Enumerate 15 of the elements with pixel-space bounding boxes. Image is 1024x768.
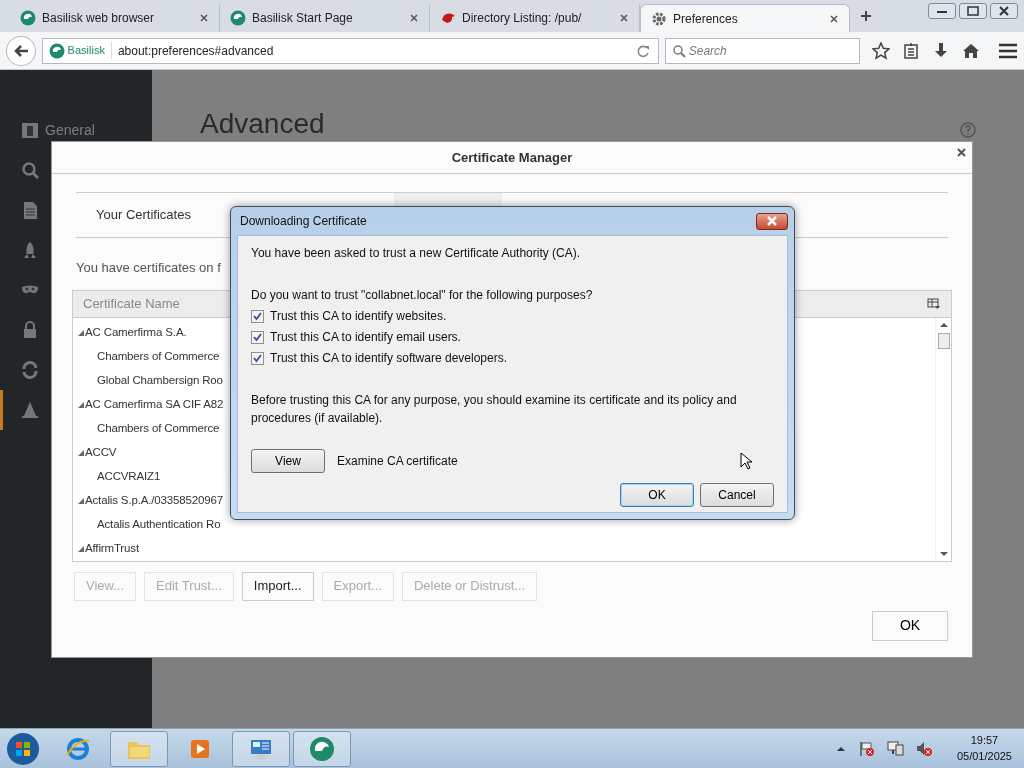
checkbox-label: Trust this CA to identify software developers. bbox=[270, 350, 507, 367]
checkbox-label: Trust this CA to identify email users. bbox=[270, 329, 461, 346]
description-text: You have certificates on f bbox=[76, 259, 221, 277]
caption-text: Examine CA certificate bbox=[337, 453, 458, 470]
dialog-title: Downloading Certificate bbox=[240, 213, 367, 230]
message-text: You have been asked to trust a new Certificate Authority (CA). bbox=[251, 245, 582, 262]
checkbox-label: Trust this CA to identify websites. bbox=[270, 308, 447, 325]
note-text: Before trusting this CA for any purpose, you should examine its certificate and its policy and procedures (if available). bbox=[251, 392, 738, 427]
tab-title: Directory Listing: /pub/ bbox=[462, 10, 583, 27]
tab-title: Preferences bbox=[673, 10, 739, 28]
dialog-title: Certificate Manager bbox=[451, 148, 573, 167]
tab-title: Basilisk Start Page bbox=[252, 10, 354, 27]
question-text: Do you want to trust "collabnet.local" for the following purposes? bbox=[251, 287, 594, 304]
tab-title: Basilisk web browser bbox=[42, 10, 156, 27]
page-heading: Advanced bbox=[200, 110, 326, 138]
